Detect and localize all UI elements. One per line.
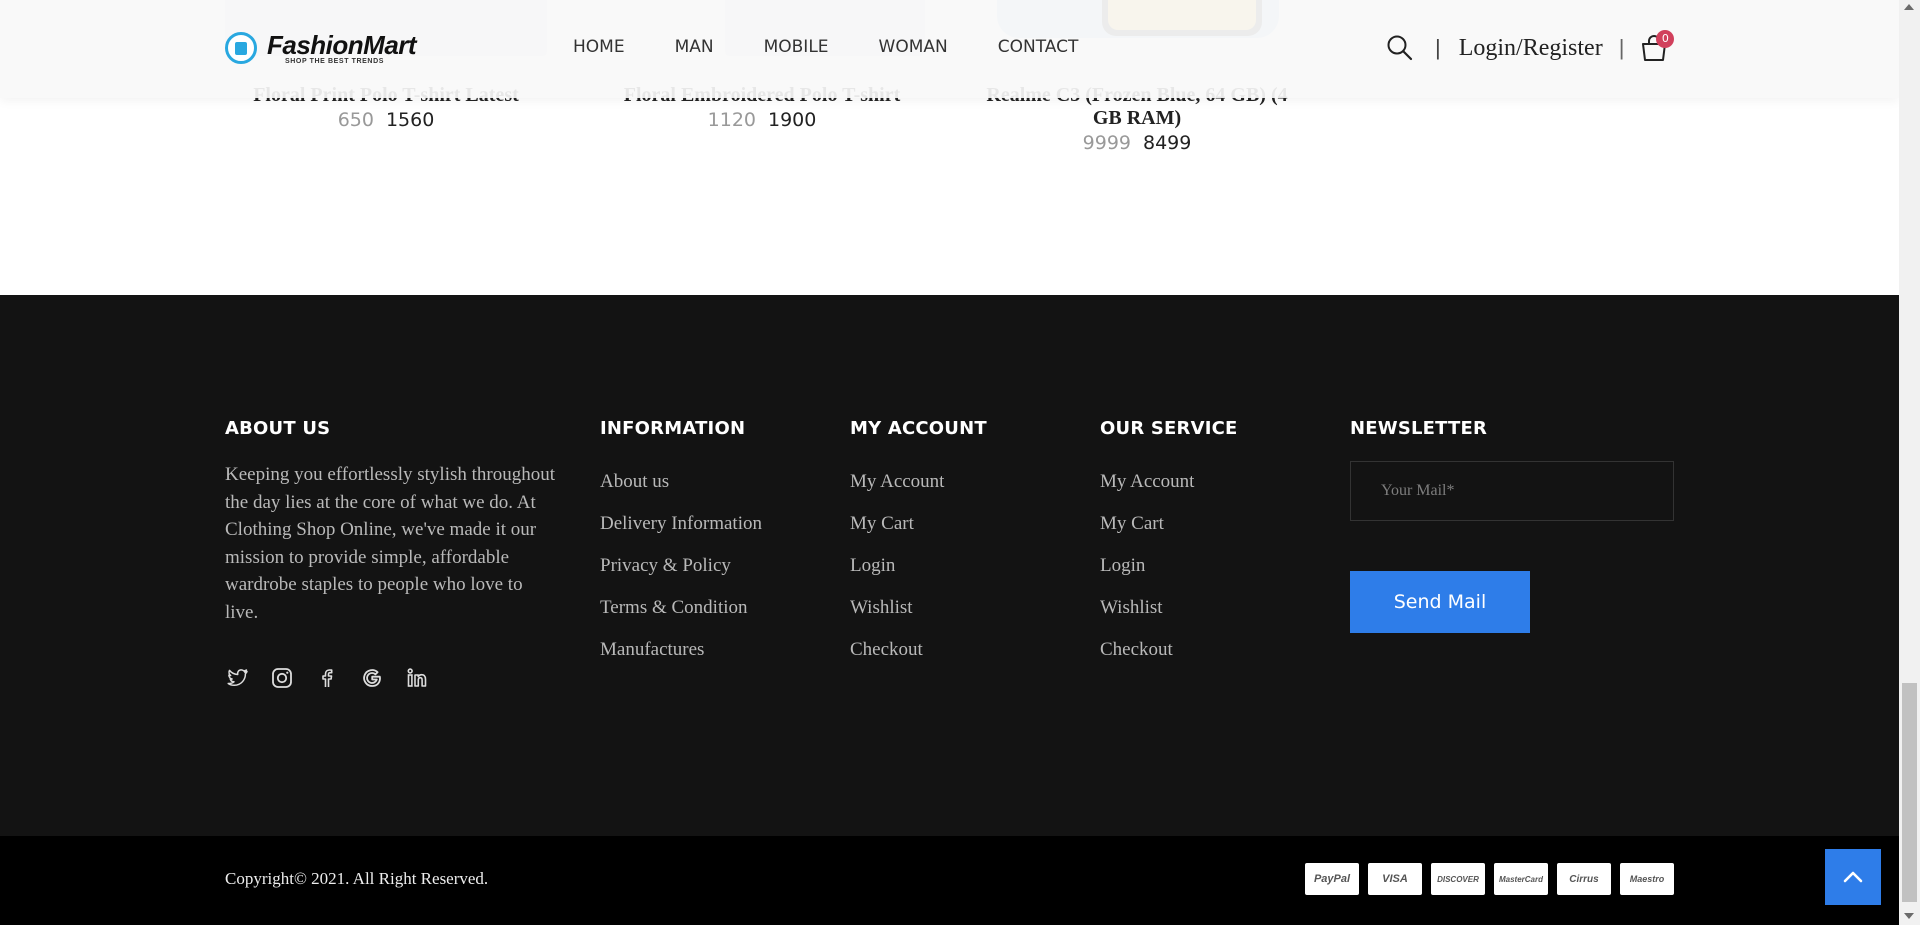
brand-name: FashionMart <box>267 30 417 60</box>
site-header: FashionMart SHOP THE BEST TRENDS HOME MA… <box>0 0 1899 98</box>
facebook-icon[interactable] <box>315 666 339 690</box>
footer-heading: INFORMATION <box>600 418 746 439</box>
footer-link[interactable]: Checkout <box>1100 629 1238 671</box>
price: 8499 <box>1143 132 1192 154</box>
cart-count-badge: 0 <box>1656 30 1675 48</box>
maestro-logo: Maestro <box>1620 863 1674 895</box>
login-register-link[interactable]: Login/Register <box>1459 35 1603 62</box>
footer-link[interactable]: Privacy & Policy <box>600 545 762 587</box>
footer-heading: NEWSLETTER <box>1350 418 1488 439</box>
bottom-bar: Copyright© 2021. All Right Reserved. Pay… <box>0 836 1899 925</box>
brand-tagline: SHOP THE BEST TRENDS <box>285 58 384 65</box>
product-prices: 650 1560 <box>221 109 551 131</box>
main-nav: HOME MAN MOBILE WOMAN CONTACT <box>573 37 1128 57</box>
cart-button[interactable]: 0 <box>1640 30 1675 63</box>
about-text: Keeping you effortlessly stylish through… <box>225 464 556 623</box>
send-mail-button[interactable]: Send Mail <box>1350 571 1530 633</box>
twitter-icon[interactable] <box>225 666 249 690</box>
footer-link[interactable]: Login <box>1100 545 1238 587</box>
scroll-down-arrow-icon[interactable] <box>1904 913 1914 919</box>
footer-link[interactable]: Checkout <box>850 629 987 671</box>
scroll-up-arrow-icon[interactable] <box>1904 4 1914 10</box>
nav-man[interactable]: MAN <box>675 37 714 57</box>
footer-newsletter: NEWSLETTER Send Mail <box>1350 418 1674 633</box>
cirrus-logo: Cirrus <box>1557 863 1611 895</box>
visa-logo: VISA <box>1368 863 1422 895</box>
separator: | <box>1435 35 1441 60</box>
footer-heading: MY ACCOUNT <box>850 418 987 439</box>
nav-woman[interactable]: WOMAN <box>879 37 948 57</box>
scroll-to-top-button[interactable] <box>1825 849 1881 905</box>
chevron-up-icon <box>1843 871 1863 883</box>
my-account-links: My Account My Cart Login Wishlist Checko… <box>850 461 987 671</box>
footer-link[interactable]: My Account <box>850 461 987 503</box>
newsletter-email-input[interactable] <box>1350 461 1674 521</box>
footer-link[interactable]: Manufactures <box>600 629 762 671</box>
footer-heading: ABOUT US <box>225 418 331 439</box>
product-prices: 9999 8499 <box>972 132 1302 154</box>
page: Floral Print Polo T-shirt Latest 6501560… <box>0 0 1899 925</box>
footer-link[interactable]: My Cart <box>850 503 987 545</box>
search-icon[interactable] <box>1385 33 1415 63</box>
copyright-text: Copyright© 2021. All Right Reserved. <box>225 869 489 888</box>
footer-link[interactable]: About us <box>600 461 762 503</box>
social-links <box>225 666 555 690</box>
old-price: 1120 <box>707 109 756 131</box>
footer-link[interactable]: Delivery Information <box>600 503 762 545</box>
linkedin-icon[interactable] <box>405 666 429 690</box>
nav-mobile[interactable]: MOBILE <box>764 37 829 57</box>
old-price: 650 <box>337 109 374 131</box>
price: 1560 <box>385 109 435 131</box>
paypal-logo: PayPal <box>1305 863 1359 895</box>
footer-link[interactable]: Wishlist <box>1100 587 1238 629</box>
price: 1900 <box>768 109 817 131</box>
header-actions: | Login/Register | 0 <box>1385 30 1675 66</box>
nav-home[interactable]: HOME <box>573 37 625 57</box>
product-prices: 1120 1900 <box>597 109 927 131</box>
footer-link[interactable]: My Cart <box>1100 503 1238 545</box>
logo[interactable]: FashionMart SHOP THE BEST TRENDS <box>225 30 417 70</box>
payment-methods: PayPal VISA DISCOVER MasterCard Cirrus M… <box>1305 863 1674 895</box>
footer-link[interactable]: Wishlist <box>850 587 987 629</box>
instagram-icon[interactable] <box>270 666 294 690</box>
footer-link[interactable]: Login <box>850 545 987 587</box>
site-footer: ABOUT US Keeping you effortlessly stylis… <box>0 295 1899 836</box>
footer-heading: OUR SERVICE <box>1100 418 1238 439</box>
separator: | <box>1618 35 1625 60</box>
footer-information: INFORMATION About us Delivery Informatio… <box>600 418 762 671</box>
footer-my-account: MY ACCOUNT My Account My Cart Login Wish… <box>850 418 987 671</box>
page-scrollbar[interactable] <box>1899 0 1920 925</box>
google-icon[interactable] <box>360 666 384 690</box>
footer-link[interactable]: Terms & Condition <box>600 587 762 629</box>
scrollbar-thumb[interactable] <box>1902 683 1917 902</box>
tshirt-icon <box>225 32 257 64</box>
nav-contact[interactable]: CONTACT <box>998 37 1079 57</box>
footer-our-service: OUR SERVICE My Account My Cart Login Wis… <box>1100 418 1238 671</box>
discover-logo: DISCOVER <box>1431 863 1485 895</box>
footer-about: ABOUT US Keeping you effortlessly stylis… <box>225 418 555 690</box>
footer-link[interactable]: My Account <box>1100 461 1238 503</box>
information-links: About us Delivery Information Privacy & … <box>600 461 762 671</box>
mastercard-logo: MasterCard <box>1494 863 1548 895</box>
old-price: 9999 <box>1082 132 1131 154</box>
our-service-links: My Account My Cart Login Wishlist Checko… <box>1100 461 1238 671</box>
